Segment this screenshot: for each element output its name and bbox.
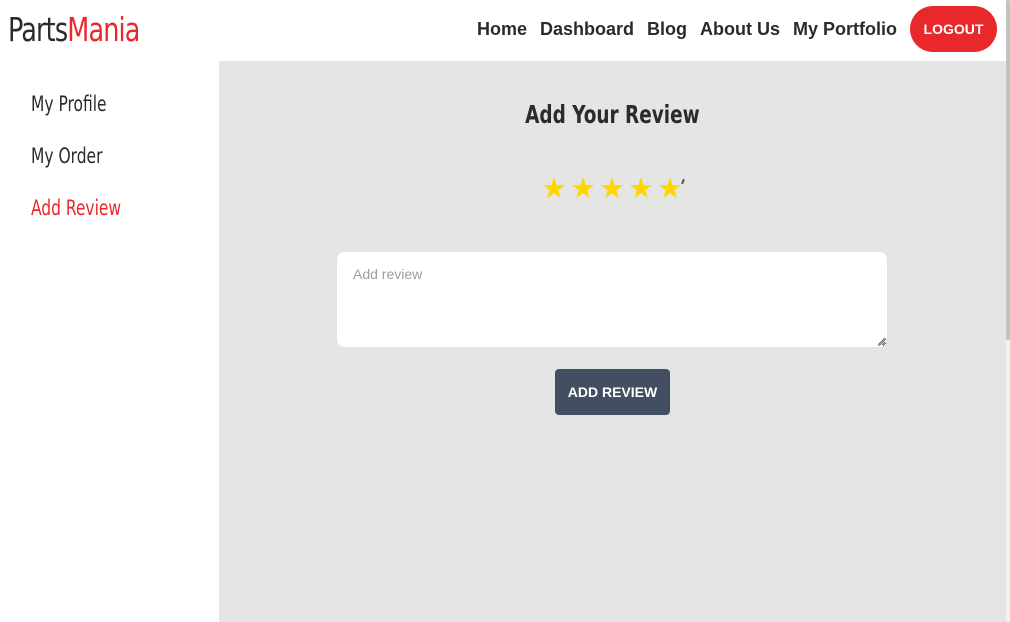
nav-link-home[interactable]: Home xyxy=(477,16,527,42)
star-icon[interactable]: ★ xyxy=(656,174,684,203)
star-icon[interactable]: ★ xyxy=(569,174,597,203)
brand-logo[interactable]: PartsMania xyxy=(8,8,140,52)
brand-part2: Mania xyxy=(67,10,140,49)
nav-link-about-us[interactable]: About Us xyxy=(700,16,780,42)
main-content: Add Your Review ★ ★ ★ ★ ★ ADD REVIEW xyxy=(219,61,1006,622)
star-icon[interactable]: ★ xyxy=(627,174,655,203)
sidebar-item-my-order[interactable]: My Order xyxy=(31,142,102,170)
sidebar-item-my-profile[interactable]: My Profile xyxy=(31,90,107,118)
page-title-text: Add Your Review xyxy=(525,100,700,129)
star-rating[interactable]: ★ ★ ★ ★ ★ xyxy=(540,174,684,203)
star-icon[interactable]: ★ xyxy=(598,174,626,203)
review-textarea[interactable] xyxy=(336,251,888,348)
rating-cursor-mark xyxy=(681,178,685,185)
nav-link-my-portfolio[interactable]: My Portfolio xyxy=(793,16,897,42)
scrollbar-thumb[interactable] xyxy=(1006,0,1010,340)
add-review-button[interactable]: ADD REVIEW xyxy=(555,369,670,415)
brand-part1: Parts xyxy=(8,10,68,49)
nav-link-blog[interactable]: Blog xyxy=(647,16,687,42)
nav-link-dashboard[interactable]: Dashboard xyxy=(540,16,634,42)
nav-links: Home Dashboard Blog About Us My Portfoli… xyxy=(477,16,897,42)
logout-button[interactable]: LOGOUT xyxy=(910,6,997,52)
star-icon[interactable]: ★ xyxy=(540,174,568,203)
page-title: Add Your Review xyxy=(219,98,1006,132)
sidebar-item-add-review[interactable]: Add Review xyxy=(31,194,121,222)
navbar: PartsMania Home Dashboard Blog About Us … xyxy=(0,0,1006,61)
sidebar: My Profile My Order Add Review xyxy=(0,61,219,622)
